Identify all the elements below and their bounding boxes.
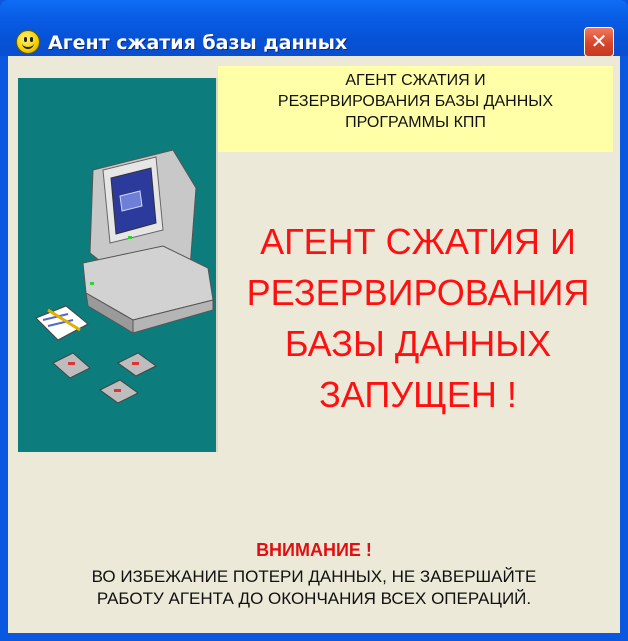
client-area: АГЕНТ СЖАТИЯ И РЕЗЕРВИРОВАНИЯ БАЗЫ ДАННЫ… xyxy=(8,56,620,641)
status-line: БАЗЫ ДАННЫХ xyxy=(284,323,552,364)
title-bar[interactable]: Агент сжатия базы данных ✕ xyxy=(0,0,628,57)
illustration-panel xyxy=(18,78,218,452)
status-line: ЗАПУЩЕН ! xyxy=(319,374,517,415)
computer-illustration-icon xyxy=(35,149,214,404)
status-message: АГЕНТ СЖАТИЯ И РЕЗЕРВИРОВАНИЯ БАЗЫ ДАННЫ… xyxy=(223,216,613,420)
close-button[interactable]: ✕ xyxy=(584,27,614,57)
window-title: Агент сжатия базы данных xyxy=(48,32,348,54)
window-bottom-border xyxy=(0,633,628,641)
header-line: АГЕНТ СЖАТИЯ И xyxy=(345,72,486,89)
header-line: РЕЗЕРВИРОВАНИЯ БАЗЫ ДАННЫХ xyxy=(277,93,554,110)
notice-line: РАБОТУ АГЕНТА ДО ОКОНЧАНИЯ ВСЕХ ОПЕРАЦИЙ… xyxy=(96,589,532,608)
status-line: АГЕНТ СЖАТИЯ И xyxy=(260,221,576,262)
notice-line: ВО ИЗБЕЖАНИЕ ПОТЕРИ ДАННЫХ, НЕ ЗАВЕРШАЙТ… xyxy=(91,567,537,586)
notice-text: ВО ИЗБЕЖАНИЕ ПОТЕРИ ДАННЫХ, НЕ ЗАВЕРШАЙТ… xyxy=(16,566,612,610)
notice-heading: ВНИМАНИЕ ! xyxy=(256,540,372,560)
smiley-icon[interactable] xyxy=(16,30,40,54)
header-line: ПРОГРАММЫ КПП xyxy=(345,114,486,131)
program-header-box: АГЕНТ СЖАТИЯ И РЕЗЕРВИРОВАНИЯ БАЗЫ ДАННЫ… xyxy=(218,66,613,152)
status-line: РЕЗЕРВИРОВАНИЯ xyxy=(246,272,590,313)
app-window: Агент сжатия базы данных ✕ АГЕНТ СЖАТИЯ … xyxy=(0,0,628,641)
